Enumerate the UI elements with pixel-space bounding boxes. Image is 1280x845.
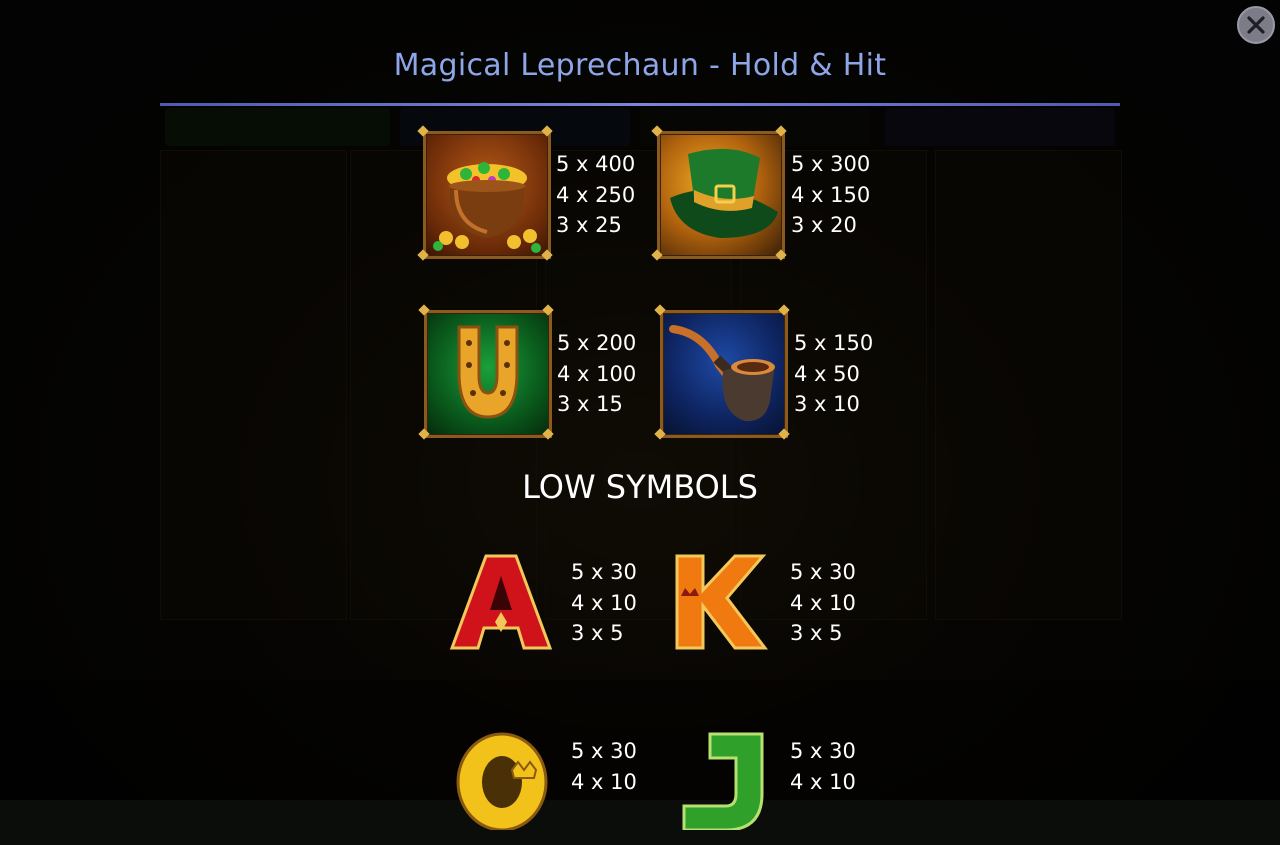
pot-of-gold-paytable: 5 x 400 4 x 250 3 x 25 (556, 149, 635, 241)
letter-k-paytable: 5 x 30 4 x 10 3 x 5 (790, 557, 856, 649)
pay-5-of-a-kind: 5 x 30 (790, 739, 856, 763)
pay-5-of-a-kind: 5 x 30 (571, 739, 637, 763)
letter-a-symbol (446, 552, 556, 652)
pipe-symbol (660, 310, 788, 438)
letter-k-symbol (663, 552, 773, 652)
letter-q-icon (456, 732, 548, 832)
letter-q-symbol (452, 730, 562, 832)
pot-of-gold-symbol (423, 131, 551, 259)
leprechaun-hat-icon (670, 148, 778, 238)
pay-3-of-a-kind: 3 x 10 (794, 392, 860, 416)
horseshoe-icon (457, 325, 519, 419)
letter-k-icon (675, 554, 769, 650)
pay-4-of-a-kind: 4 x 10 (790, 590, 856, 615)
letter-j-paytable: 5 x 30 4 x 10 (790, 736, 856, 797)
pay-3-of-a-kind: 3 x 5 (790, 621, 843, 645)
pay-4-of-a-kind: 4 x 50 (794, 361, 860, 386)
horseshoe-symbol (424, 310, 552, 438)
letter-a-icon (449, 554, 553, 650)
pay-4-of-a-kind: 4 x 150 (791, 182, 871, 207)
pay-5-of-a-kind: 5 x 150 (794, 331, 874, 355)
pay-5-of-a-kind: 5 x 30 (790, 560, 856, 584)
pot-of-gold-icon (433, 162, 541, 253)
horseshoe-paytable: 5 x 200 4 x 100 3 x 15 (557, 328, 636, 420)
pay-4-of-a-kind: 4 x 100 (557, 361, 637, 386)
pay-5-of-a-kind: 5 x 200 (557, 331, 637, 355)
letter-a-paytable: 5 x 30 4 x 10 3 x 5 (571, 557, 637, 649)
pay-5-of-a-kind: 5 x 30 (571, 560, 637, 584)
pay-3-of-a-kind: 3 x 25 (556, 213, 622, 237)
leprechaun-hat-symbol (657, 131, 785, 259)
page-title: Magical Leprechaun - Hold & Hit (393, 48, 887, 83)
pay-4-of-a-kind: 4 x 10 (571, 590, 637, 615)
pay-4-of-a-kind: 4 x 250 (556, 182, 636, 207)
pay-5-of-a-kind: 5 x 400 (556, 152, 636, 176)
title-divider (160, 103, 1120, 106)
letter-q-paytable: 5 x 30 4 x 10 (571, 736, 637, 797)
leprechaun-hat-paytable: 5 x 300 4 x 150 3 x 20 (791, 149, 870, 241)
pay-3-of-a-kind: 3 x 20 (791, 213, 857, 237)
close-button[interactable] (1237, 6, 1275, 44)
close-icon (1247, 16, 1265, 34)
pay-5-of-a-kind: 5 x 300 (791, 152, 871, 176)
paytable-overlay (0, 0, 1280, 800)
pipe-paytable: 5 x 150 4 x 50 3 x 10 (794, 328, 873, 420)
letter-j-icon (682, 732, 764, 832)
pipe-icon (669, 325, 775, 422)
low-symbols-heading: LOW SYMBOLS (522, 468, 758, 506)
pay-4-of-a-kind: 4 x 10 (571, 769, 637, 794)
pay-4-of-a-kind: 4 x 10 (790, 769, 856, 794)
pay-3-of-a-kind: 3 x 5 (571, 621, 624, 645)
pay-3-of-a-kind: 3 x 15 (557, 392, 623, 416)
letter-j-symbol (670, 730, 780, 832)
